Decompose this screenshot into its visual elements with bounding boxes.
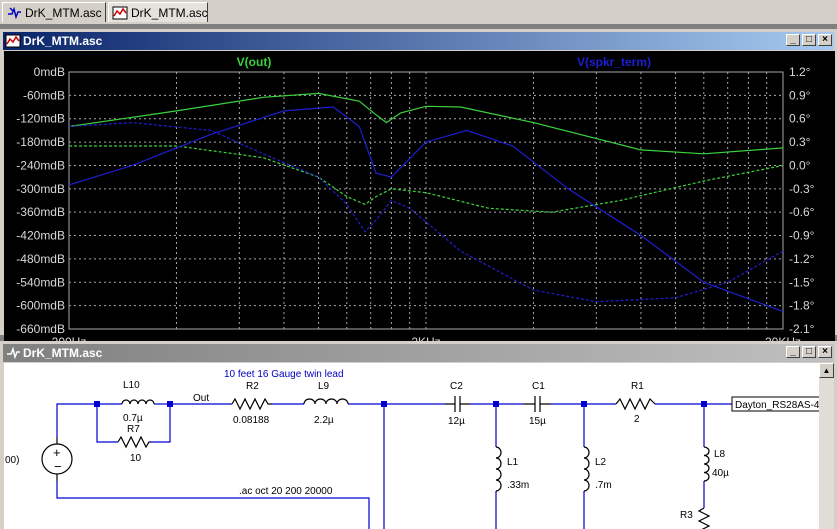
inductor-l2[interactable] [583,446,590,492]
minimize-button[interactable]: _ [786,346,800,358]
close-button[interactable]: × [818,346,832,358]
source-minus: − [54,459,62,474]
waveform-icon [5,34,21,48]
y-left-tick-label: 0mdB [34,65,65,79]
waveform-icon [112,6,128,20]
y-right-tick-label: -1.8° [789,299,815,313]
net-label-out: Out [193,393,209,404]
value-r2: 0.08188 [233,415,270,426]
y-right-tick-label: -0.9° [789,229,815,243]
schematic-window: DrK_MTM.asc _ □ × Dayton_RS28AS-4 + − 00… [0,341,837,529]
cable-annotation: 10 feet 16 Gauge twin lead [224,369,344,380]
y-right-tick-label: 1.2° [789,65,811,79]
port-label: Dayton_RS28AS-4 [735,400,820,411]
scroll-up-arrow-icon[interactable]: ▲ [819,363,834,378]
y-right-tick-label: -0.6° [789,205,815,219]
window-title: DrK_MTM.asc [23,34,103,48]
y-right-tick-label: 0.6° [789,112,811,126]
y-right-tick-label: -2.1° [789,322,815,336]
y-right-tick-label: -0.3° [789,182,815,196]
schematic-icon [7,346,20,360]
tab-waveform[interactable]: DrK_MTM.asc [108,2,208,22]
ref-l8: L8 [714,449,726,460]
capacitor-c1[interactable] [524,396,551,412]
inductor-l9[interactable] [303,398,349,405]
capacitor-c2[interactable] [445,396,470,412]
y-right-tick-label: 0.3° [789,135,811,149]
ac-directive: .ac oct 20 200 20000 [239,486,333,497]
trace-legend-label: V(out) [237,55,272,69]
schematic-drawing[interactable]: Dayton_RS28AS-4 + − 00) 10 feet 16 Gauge… [4,363,820,529]
source-value-label: 00) [5,455,19,466]
schematic-window-titlebar[interactable]: DrK_MTM.asc _ □ × [3,344,834,362]
value-c1: 15µ [529,416,546,427]
frequency-response-chart[interactable]: 0mdB 1.2° -60mdB 0.9° -120mdB 0.6° -180mdB 0.3°… [4,51,835,360]
waveform-window-titlebar[interactable]: DrK_MTM.asc _ □ × [3,32,834,50]
ref-r1: R1 [631,381,644,392]
y-left-tick-label: -600mdB [16,299,65,313]
maximize-button[interactable]: □ [802,34,816,46]
schematic-canvas[interactable]: Dayton_RS28AS-4 + − 00) 10 feet 16 Gauge… [4,363,820,529]
resistor-r3[interactable] [697,507,711,529]
minimize-button[interactable]: _ [786,34,800,46]
value-l9: 2.2µ [314,415,334,426]
trace-legend-label: V(spkr_term) [577,55,651,69]
y-left-tick-label: -180mdB [16,135,65,149]
window-title: DrK_MTM.asc [23,346,103,360]
value-r7: 10 [130,453,142,464]
value-l1: .33m [507,480,529,491]
y-left-tick-label: -120mdB [16,112,65,126]
value-l2: .7m [595,480,612,491]
y-left-tick-label: -240mdB [16,158,65,172]
y-left-tick-label: -420mdB [16,229,65,243]
tab-label: DrK_MTM.asc [131,6,208,20]
y-right-tick-label: 0.0° [789,158,811,172]
ref-r7: R7 [127,424,140,435]
ref-l10: L10 [123,380,140,391]
source-plus: + [53,445,61,460]
ref-l1: L1 [507,457,519,468]
value-r1: 2 [634,414,640,425]
waveform-window: DrK_MTM.asc _ □ × 0mdB 1.2° -60mdB 0.9° -120… [0,29,837,360]
y-right-tick-label: 0.9° [789,88,811,102]
ref-l2: L2 [595,457,607,468]
schematic-vertical-scrollbar[interactable]: ▲ [819,363,834,529]
y-right-tick-label: -1.5° [789,275,815,289]
y-left-tick-label: -360mdB [16,205,65,219]
ref-r2: R2 [246,381,259,392]
y-left-tick-label: -540mdB [16,275,65,289]
document-tab-bar: DrK_MTM.asc DrK_MTM.asc [0,0,837,25]
value-c2: 12µ [448,416,465,427]
maximize-button[interactable]: □ [802,346,816,358]
y-left-tick-label: -300mdB [16,182,65,196]
resistor-r7[interactable] [117,435,151,449]
y-left-tick-label: -60mdB [23,88,65,102]
tab-label: DrK_MTM.asc [25,6,102,20]
inductor-l8[interactable] [703,446,710,482]
value-l10: 0.7µ [123,413,143,424]
value-l8: 40µ [712,468,729,479]
tab-schematic[interactable]: DrK_MTM.asc [2,2,106,22]
close-button[interactable]: × [818,34,832,46]
wires [56,403,732,529]
y-left-tick-label: -660mdB [16,322,65,336]
inductor-l10[interactable] [121,399,155,405]
y-left-tick-label: -480mdB [16,252,65,266]
resistor-r1[interactable] [615,397,656,411]
schematic-icon [8,6,21,20]
waveform-plot-area[interactable]: 0mdB 1.2° -60mdB 0.9° -120mdB 0.6° -180mdB 0.3°… [4,51,835,360]
resistor-r2[interactable] [231,397,272,411]
ref-r3: R3 [680,510,693,521]
inductor-l1[interactable] [495,446,502,492]
ref-c2: C2 [450,381,463,392]
ref-c1: C1 [532,381,545,392]
y-right-tick-label: -1.2° [789,252,815,266]
ref-l9: L9 [318,381,330,392]
